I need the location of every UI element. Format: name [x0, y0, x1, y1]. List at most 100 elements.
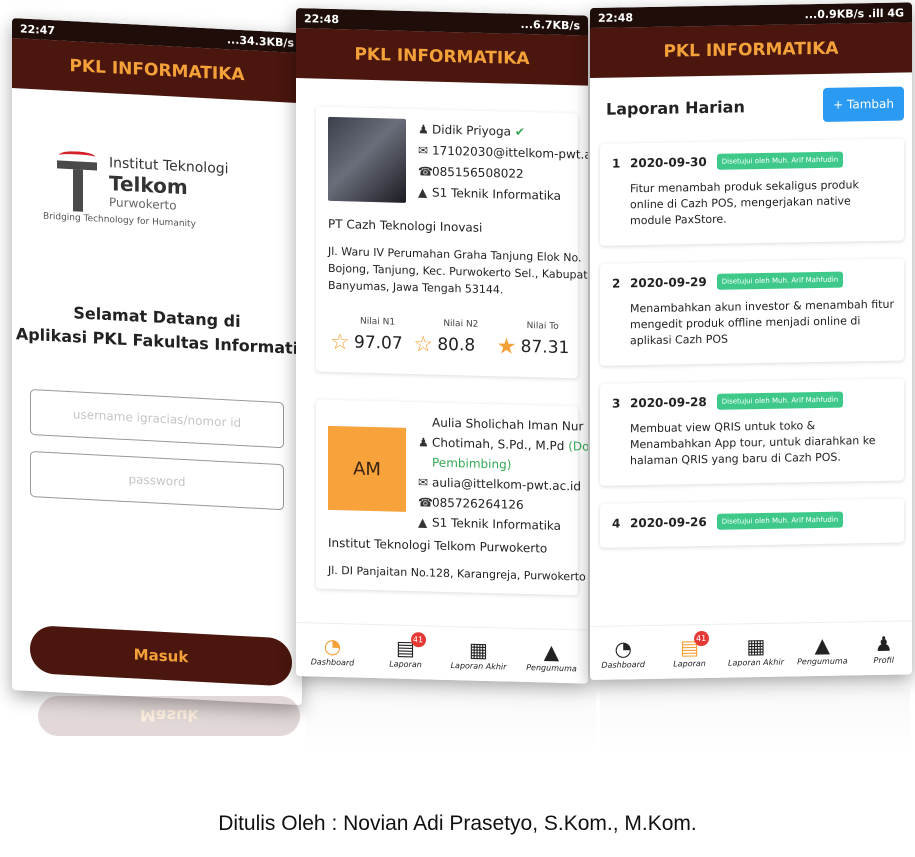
- entry-description: Menambahkan akun investor & menambah fit…: [630, 297, 894, 348]
- student-program: S1 Teknik Informatika: [432, 185, 561, 203]
- student-name: Didik Priyoga: [432, 122, 511, 139]
- score-label: Nilai To: [526, 321, 559, 332]
- nav-label: Laporan: [389, 659, 422, 670]
- score-value: 80.8: [437, 334, 476, 356]
- nav-laporan[interactable]: ▤ 41 Laporan: [371, 631, 441, 670]
- verified-check-icon: ✔: [514, 124, 525, 139]
- nav-dashboard[interactable]: ◔ Dashboard: [593, 636, 653, 670]
- app-bar: PKL INFORMATIKA: [590, 22, 912, 78]
- password-input[interactable]: password: [30, 450, 284, 511]
- entry-number: 1: [612, 156, 621, 171]
- status-network: ...6.7KB/s: [520, 17, 581, 32]
- student-card: ♟ Didik Priyoga ✔ ✉ 17102030@ittelkom-pwt.…: [316, 106, 588, 379]
- notification-badge: 41: [693, 630, 709, 647]
- graduation-icon: ▲: [418, 185, 428, 200]
- supervisor-institution: Institut Teknologi Telkom Purwokerto: [328, 535, 548, 556]
- nav-label: Laporan Akhir: [450, 661, 507, 672]
- entry-date: 2020-09-30: [630, 154, 707, 171]
- supervisor-program: S1 Teknik Informatika: [432, 515, 561, 533]
- logo-line3: Purwokerto: [109, 195, 177, 213]
- score-n2: Nilai N2 ☆ 80.8: [411, 318, 494, 366]
- student-phone: 085156508022: [432, 164, 524, 181]
- user-icon: ♟: [418, 122, 429, 137]
- supervisor-phone: 085726264126: [432, 495, 524, 512]
- status-time: 22:48: [598, 10, 634, 25]
- report-entry[interactable]: 1 2020-09-30 Disetujui oleh Muh. Arif Ma…: [600, 139, 904, 246]
- phone-icon: ☎: [418, 495, 433, 510]
- notification-badge: 41: [410, 631, 426, 648]
- app-title: PKL INFORMATIKA: [354, 44, 530, 70]
- bottom-nav: ◔ Dashboard ▤ 41 Laporan ▦ Laporan Akhir…: [590, 620, 912, 680]
- star-icon: ☆: [413, 332, 434, 358]
- nav-pengumuman[interactable]: ▲ Pengumuma: [517, 639, 587, 674]
- bell-icon: ▲: [543, 639, 560, 664]
- report-entry[interactable]: 2 2020-09-29 Disetujui oleh Muh. Arif Ma…: [600, 259, 904, 366]
- score-row: Nilai N1 ☆ 97.07 Nilai N2 ☆ 80.8 Nilai T…: [328, 316, 578, 369]
- logo-tagline: Bridging Technology for Humanity: [43, 211, 196, 230]
- add-report-button[interactable]: + Tambah: [823, 86, 904, 122]
- nav-laporan-akhir[interactable]: ▦ Laporan Akhir: [444, 637, 514, 672]
- entry-date: 2020-09-28: [630, 394, 707, 411]
- telkom-logo-icon: [57, 150, 101, 214]
- welcome-text: Selamat Datang di Aplikasi PKL Fakultas …: [12, 298, 302, 361]
- nav-laporan[interactable]: ▤ 41 Laporan: [660, 630, 720, 669]
- app-bar: PKL INFORMATIKA: [296, 28, 588, 86]
- bottom-nav: ◔ Dashboard ▤ 41 Laporan ▦ Laporan Akhir…: [296, 622, 588, 684]
- nav-laporan-akhir[interactable]: ▦ Laporan Akhir: [726, 634, 786, 668]
- promo-stage: 22:47 ...34.3KB/s PKL INFORMATIKA Instit…: [0, 0, 915, 857]
- nav-label: Dashboard: [310, 657, 355, 668]
- report-entry[interactable]: 3 2020-09-28 Disetujui oleh Muh. Arif Ma…: [600, 379, 904, 486]
- entry-number: 2: [612, 276, 621, 291]
- nav-label: Pengumuma: [797, 656, 848, 667]
- profile-settings-icon: ♟: [874, 631, 893, 657]
- mail-icon: ✉: [418, 475, 429, 490]
- nav-label: Profil: [873, 655, 894, 666]
- star-icon: ★: [496, 334, 517, 360]
- nav-label: Dashboard: [601, 660, 645, 670]
- report-entry[interactable]: 4 2020-09-26 Disetujui oleh Muh. Arif Ma…: [600, 499, 904, 548]
- report-header: Laporan Harian + Tambah: [590, 72, 912, 126]
- final-report-icon: ▦: [746, 633, 766, 659]
- username-input[interactable]: username igracias/nomor id: [30, 388, 284, 449]
- entry-number: 4: [612, 516, 621, 531]
- supervisor-avatar: AM: [328, 425, 406, 512]
- status-network: ...0.9KB/s .ill 4G: [804, 6, 904, 21]
- nav-label: Pengumuma: [526, 663, 577, 674]
- dashboard-gauge-icon: ◔: [614, 636, 632, 661]
- bell-icon: ▲: [814, 632, 831, 658]
- report-icon: ▤: [680, 635, 700, 660]
- student-email: 17102030@ittelkom-pwt.ac: [432, 143, 588, 162]
- score-label: Nilai N1: [360, 316, 396, 328]
- status-time: 22:47: [20, 21, 56, 37]
- reflected-phone2: [306, 688, 596, 748]
- entry-description: Fitur menambah produk sekaligus produk o…: [630, 178, 859, 228]
- institution-logo: Institut Teknologi Telkom Purwokerto Bri…: [43, 140, 257, 250]
- mail-icon: ✉: [418, 143, 429, 158]
- supervisor-address: Jl. DI Panjaitan No.128, Karangreja, Pur…: [328, 563, 586, 584]
- score-total: Nilai To ★ 87.31: [495, 320, 578, 368]
- username-placeholder: username igracias/nomor id: [72, 407, 242, 431]
- app-title: PKL INFORMATIKA: [69, 56, 245, 86]
- entry-number: 3: [612, 396, 621, 411]
- reflected-login-button: Masuk: [38, 696, 300, 736]
- entry-date: 2020-09-26: [630, 514, 707, 531]
- phone-daily-report-screen: 22:48 ...0.9KB/s .ill 4G PKL INFORMATIKA…: [590, 2, 912, 681]
- report-title: Laporan Harian: [606, 96, 745, 119]
- supervisor-card: AM Aulia Sholichah Iman Nur ♟ Chotimah, S…: [316, 399, 588, 596]
- nav-profil[interactable]: ♟ Profil: [859, 631, 909, 665]
- star-icon: ☆: [330, 329, 350, 356]
- phone-login-screen: 22:47 ...34.3KB/s PKL INFORMATIKA Instit…: [12, 18, 302, 706]
- student-info: ♟ Didik Priyoga ✔ ✉ 17102030@ittelkom-pwt.…: [418, 119, 588, 208]
- entry-date: 2020-09-29: [630, 274, 707, 291]
- status-network: ...34.3KB/s: [226, 32, 294, 50]
- approved-badge: Disetujui oleh Muh. Arif Mahfudin: [716, 151, 844, 170]
- password-placeholder: password: [128, 472, 186, 490]
- nav-dashboard[interactable]: ◔ Dashboard: [298, 633, 368, 668]
- login-button[interactable]: Masuk: [30, 624, 292, 687]
- company-address: Jl. Waru IV Perumahan Graha Tanjung Elok…: [328, 243, 588, 301]
- nav-pengumuman[interactable]: ▲ Pengumuma: [792, 632, 852, 667]
- report-icon: ▤: [396, 635, 415, 661]
- entry-description: Membuat view QRIS untuk toko & Menambahk…: [630, 419, 876, 468]
- score-label: Nilai N2: [443, 318, 479, 330]
- score-n1: Nilai N1 ☆ 97.07: [328, 316, 411, 364]
